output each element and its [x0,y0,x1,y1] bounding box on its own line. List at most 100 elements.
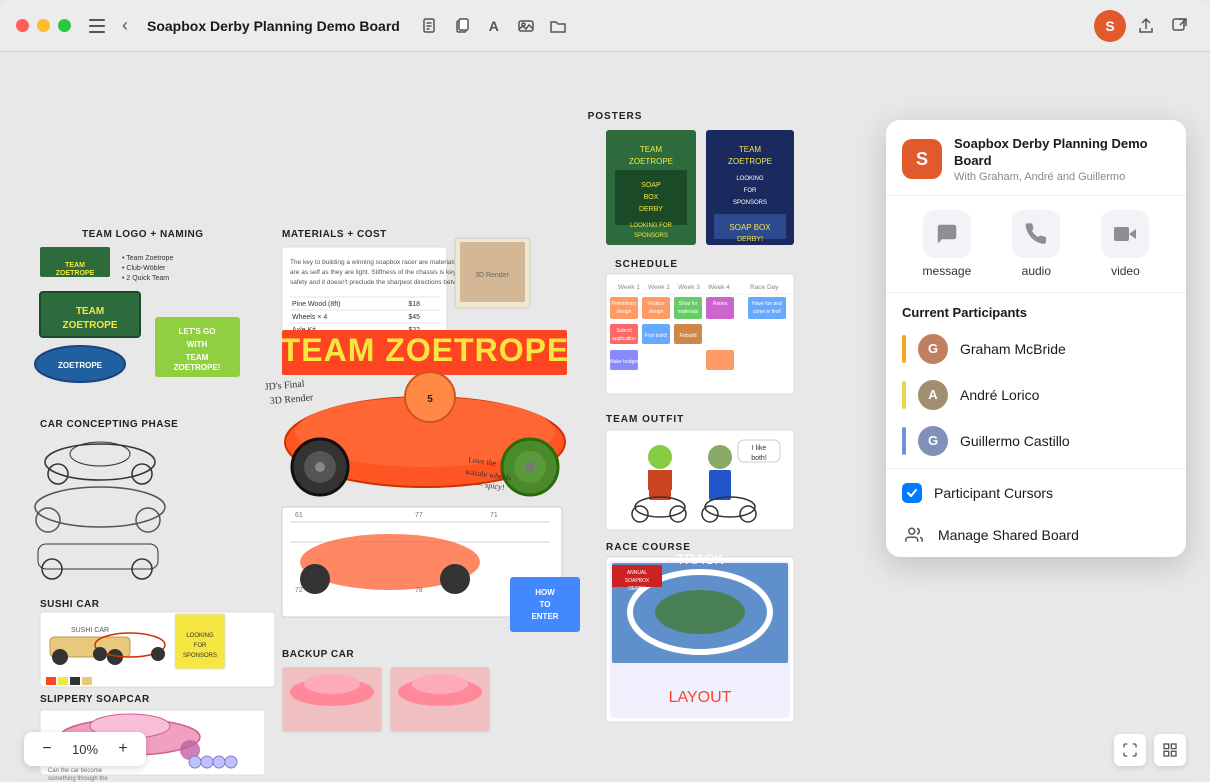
video-icon [1101,210,1149,258]
svg-text:DERBY: DERBY [639,206,663,213]
zoom-toolbar: − 10% + [24,732,146,766]
board-canvas[interactable]: TEAM LOGO + NAMING TEAM ZOETROPE • Team … [0,52,870,782]
svg-text:$18: $18 [408,301,420,308]
svg-text:Pine Wood (8ft): Pine Wood (8ft) [292,301,341,308]
svg-text:SOAP: SOAP [641,182,661,189]
zoom-level-display[interactable]: 10% [66,742,104,757]
close-button[interactable] [16,19,29,32]
maximize-button[interactable] [58,19,71,32]
toolbar-tools: A [416,12,572,40]
image-icon[interactable] [512,12,540,40]
svg-text:both!: both! [751,455,767,462]
svg-text:SOAP BOX: SOAP BOX [729,223,771,232]
folder-icon[interactable] [544,12,572,40]
divider [886,468,1186,469]
minimize-button[interactable] [37,19,50,32]
participant-andre: A André Lorico [886,372,1186,418]
message-icon [923,210,971,258]
svg-text:71: 71 [490,512,498,519]
svg-text:SPONSORS: SPONSORS [183,653,217,659]
collab-panel: S Soapbox Derby Planning Demo Board With… [886,120,1186,557]
svg-text:LAYOUT: LAYOUT [669,689,732,706]
video-action[interactable]: video [1101,210,1149,278]
svg-text:Shop for: Shop for [679,301,698,307]
participants-section-title: Current Participants [886,293,1186,326]
participant-avatar: G [918,334,948,364]
zoom-out-button[interactable]: − [36,738,58,760]
svg-text:MATERIALS + COST: MATERIALS + COST [282,229,387,240]
svg-text:61: 61 [295,512,303,519]
svg-text:safety and it doesn't preclude: safety and it doesn't preclude the sharp… [290,279,476,286]
svg-text:materials: materials [678,309,699,315]
svg-text:Race Day: Race Day [750,284,779,291]
message-label: message [923,264,972,278]
svg-text:LOOKING FOR: LOOKING FOR [630,223,672,229]
audio-action[interactable]: audio [1012,210,1060,278]
svg-text:DERBY!: DERBY! [737,236,763,243]
svg-text:The key to building a winning: The key to building a winning soapbox ra… [290,259,469,266]
svg-text:Week 3: Week 3 [678,284,700,291]
app-window: ‹ Soapbox Derby Planning Demo Board A [0,0,1210,782]
participant-cursors-label: Participant Cursors [934,485,1053,501]
svg-text:CAR CONCEPTING PHASE: CAR CONCEPTING PHASE [40,419,178,430]
svg-text:Rebuild: Rebuild [680,333,697,339]
manage-shared-board-option[interactable]: Manage Shared Board [886,513,1186,557]
svg-text:ZOETROPE: ZOETROPE [728,157,772,166]
svg-text:come in first!: come in first! [753,309,781,315]
svg-text:LOOKING: LOOKING [736,176,764,182]
people-icon [902,523,926,547]
svg-text:• 2 Quick Team: • 2 Quick Team [122,275,169,282]
svg-text:something through the: something through the [48,776,108,782]
svg-text:BACKUP CAR: BACKUP CAR [282,649,354,660]
svg-text:Preliminary: Preliminary [611,301,637,307]
canvas-area[interactable]: TEAM LOGO + NAMING TEAM ZOETROPE • Team … [0,52,1210,782]
svg-text:ZOETROPE: ZOETROPE [58,361,103,370]
participant-avatar: A [918,380,948,410]
fit-to-screen-button[interactable] [1114,734,1146,766]
svg-text:77: 77 [415,512,423,519]
participant-name: André Lorico [960,387,1039,403]
text-icon[interactable]: A [480,12,508,40]
svg-text:ZOETROPE: ZOETROPE [629,157,673,166]
collab-board-info: Soapbox Derby Planning Demo Board With G… [954,136,1170,183]
back-button[interactable]: ‹ [111,12,139,40]
manage-shared-board-label: Manage Shared Board [938,527,1079,543]
zoom-in-button[interactable]: + [112,738,134,760]
participant-cursors-option[interactable]: Participant Cursors [886,473,1186,513]
checkbox-checked-icon [902,483,922,503]
participant-name: Graham McBride [960,341,1066,357]
grid-view-button[interactable] [1154,734,1186,766]
message-action[interactable]: message [923,210,972,278]
copy-icon[interactable] [448,12,476,40]
board-title: Soapbox Derby Planning Demo Board [147,18,400,34]
svg-text:TRACK: TRACK [676,551,724,567]
svg-text:ZOETROPE: ZOETROPE [56,270,95,277]
collab-header: S Soapbox Derby Planning Demo Board With… [886,120,1186,196]
participant-color-indicator [902,381,906,409]
audio-icon [1012,210,1060,258]
svg-text:TEAM: TEAM [739,145,762,154]
svg-text:ZOETROPE!: ZOETROPE! [174,363,221,372]
collab-board-name: Soapbox Derby Planning Demo Board [954,136,1170,170]
svg-text:TEAM LOGO + NAMING: TEAM LOGO + NAMING [82,229,204,240]
share-button[interactable] [1132,12,1160,40]
svg-text:Finalize: Finalize [647,301,664,307]
svg-text:TEAM: TEAM [76,306,104,317]
participant-guillermo: G Guillermo Castillo [886,418,1186,464]
svg-text:• Club-Wöbler: • Club-Wöbler [122,265,166,272]
svg-text:Have fun and: Have fun and [752,301,782,307]
svg-text:Can the car become: Can the car become [48,768,103,774]
svg-text:LET'S GO: LET'S GO [178,327,215,336]
document-icon[interactable] [416,12,444,40]
svg-text:TEAM: TEAM [640,145,663,154]
svg-text:Week 2: Week 2 [648,284,670,291]
svg-text:SPONSORS: SPONSORS [634,233,668,239]
user-avatar-button[interactable]: S [1094,10,1126,42]
sidebar-toggle-button[interactable] [83,12,111,40]
svg-text:Wheels × 4: Wheels × 4 [292,314,327,321]
svg-text:FOR: FOR [194,643,207,649]
video-label: video [1111,264,1140,278]
svg-text:FOR: FOR [744,188,757,194]
svg-text:3D Render: 3D Render [475,272,510,279]
external-link-button[interactable] [1166,12,1194,40]
